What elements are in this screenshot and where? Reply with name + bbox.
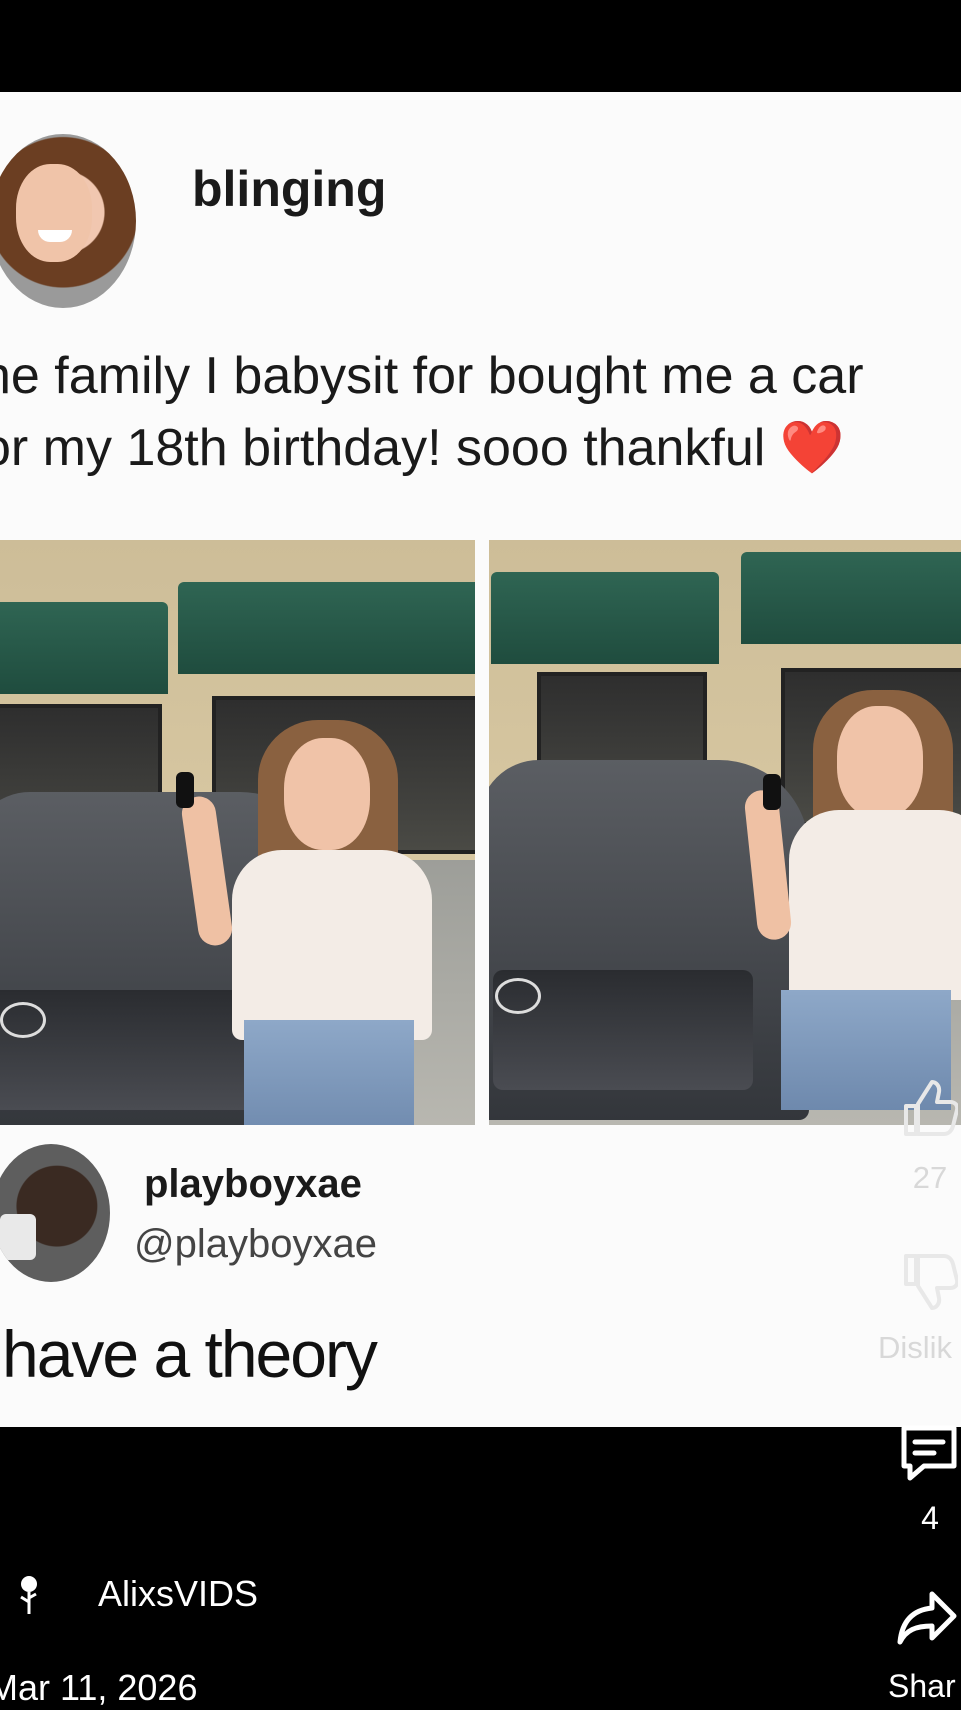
post-caption: he family I babysit for bought me a car … bbox=[0, 340, 864, 484]
share-label[interactable]: Shar bbox=[888, 1668, 956, 1705]
share-icon[interactable] bbox=[896, 1590, 958, 1646]
like-icon[interactable] bbox=[900, 1080, 958, 1140]
reply-handle: @playboyxae bbox=[134, 1222, 377, 1266]
comments-count: 4 bbox=[921, 1500, 939, 1536]
rose-icon bbox=[20, 1576, 37, 1614]
reply-text: have a theory bbox=[2, 1317, 378, 1391]
caption-line-1: he family I babysit for bought me a car bbox=[0, 347, 864, 405]
dislike-icon[interactable] bbox=[900, 1250, 958, 1312]
post-photo-left bbox=[0, 540, 475, 1125]
dislike-label: Dislik bbox=[878, 1330, 953, 1365]
post-username: blinging bbox=[192, 161, 387, 217]
reply-username: playboyxae bbox=[144, 1162, 362, 1206]
caption-line-2: or my 18th birthday! sooo thankful bbox=[0, 419, 780, 477]
photo-divider bbox=[475, 540, 489, 1125]
post-date: Mar 11, 2026 bbox=[0, 1667, 198, 1708]
like-count: 27 bbox=[912, 1160, 948, 1195]
heart-emoji: ❤️ bbox=[779, 419, 845, 477]
channel-name[interactable]: AlixsVIDS bbox=[98, 1573, 258, 1615]
post-photo-right bbox=[489, 540, 961, 1125]
comments-icon[interactable] bbox=[898, 1422, 960, 1484]
